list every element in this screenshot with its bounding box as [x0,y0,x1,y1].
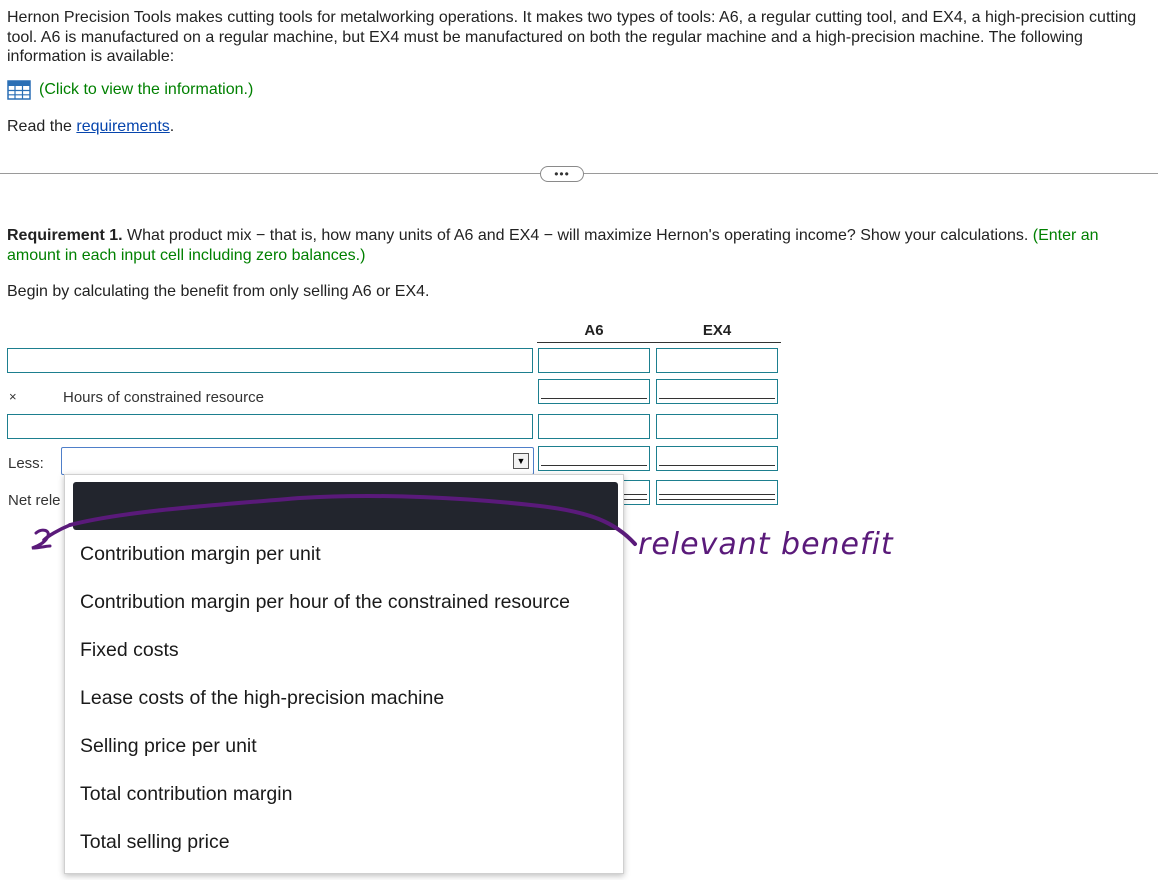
dropdown-option[interactable]: Contribution margin per unit [80,543,321,566]
multiply-sign: × [9,389,17,404]
row1-a6-input[interactable] [538,348,650,373]
row1-ex4-input[interactable] [656,348,778,373]
dropdown-option[interactable]: Selling price per unit [80,735,257,758]
row3-label-input[interactable] [7,414,533,439]
row4-ex4-input[interactable] [656,446,778,471]
dropdown-option[interactable]: Lease costs of the high-precision machin… [80,687,444,710]
begin-instruction: Begin by calculating the benefit from on… [7,283,430,300]
net-relevant-label: Net rele [8,492,61,509]
column-header-ex4: EX4 [702,322,732,339]
header-underline [537,342,781,343]
hours-constrained-label: Hours of constrained resource [63,389,264,406]
dropdown-arrow-icon[interactable]: ▼ [513,453,529,469]
requirement-1-text: Requirement 1. What product mix − that i… [7,227,1099,264]
row3-a6-input[interactable] [538,414,650,439]
row4-a6-input[interactable] [538,446,650,471]
table-grid-icon [7,80,31,100]
row5-ex4-input[interactable] [656,480,778,505]
view-information-label: (Click to view the information.) [39,81,254,98]
less-item-select[interactable]: ▼ [61,447,534,475]
dropdown-list: Contribution margin per unit Contributio… [64,474,624,874]
less-label: Less: [8,455,44,472]
expand-divider-button[interactable]: ••• [540,166,584,182]
row3-ex4-input[interactable] [656,414,778,439]
dropdown-highlighted-option[interactable] [73,482,618,530]
view-information-link[interactable]: (Click to view the information.) [7,80,253,100]
row2-ex4-input[interactable] [656,379,778,404]
read-requirements: Read the requirements. [7,118,175,135]
dropdown-option[interactable]: Fixed costs [80,639,179,662]
problem-intro: Hernon Precision Tools makes cutting too… [7,9,1137,65]
dropdown-option[interactable]: Contribution margin per hour of the cons… [80,591,570,614]
relevant-benefit-annotation: relevant benefit [638,527,894,562]
dropdown-option[interactable]: Total selling price [80,831,230,854]
requirements-link[interactable]: requirements [76,118,169,135]
dropdown-option[interactable]: Total contribution margin [80,783,292,806]
column-header-a6: A6 [584,322,604,339]
row2-a6-input[interactable] [538,379,650,404]
row1-label-input[interactable] [7,348,533,373]
